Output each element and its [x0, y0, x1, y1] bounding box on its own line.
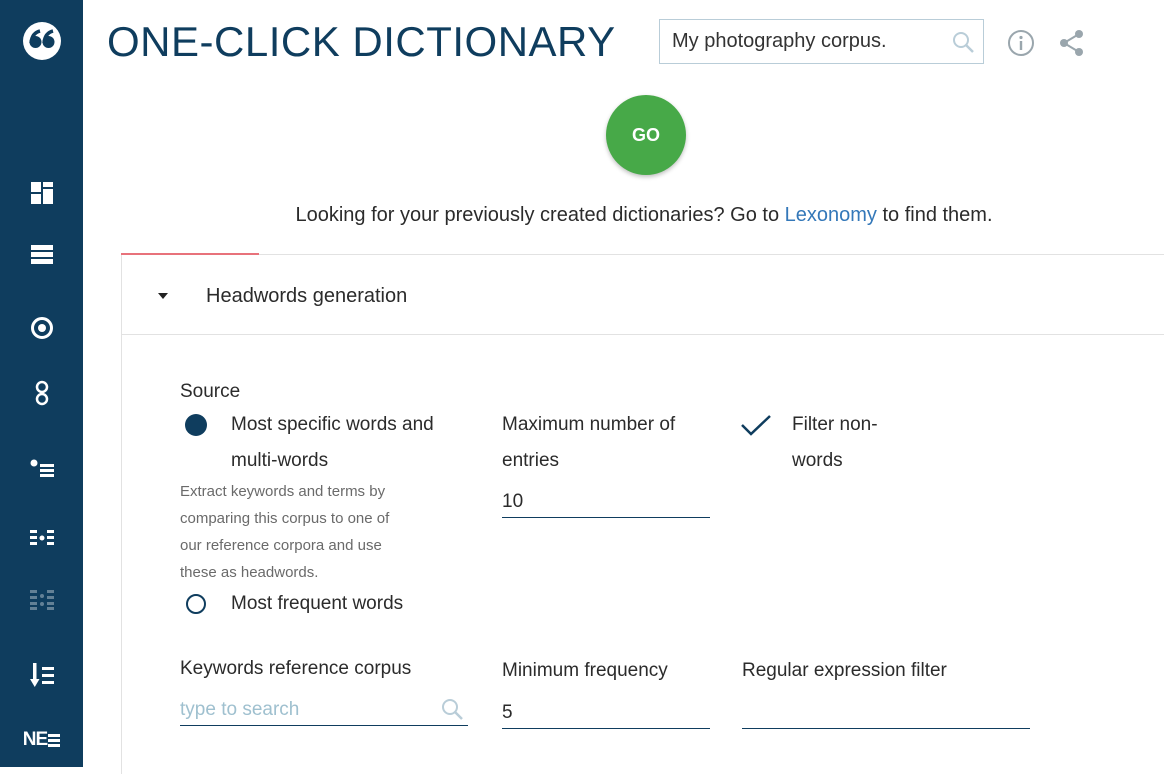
notice-before: Looking for your previously created dict… — [295, 204, 785, 226]
notice-after: to find them. — [876, 204, 993, 226]
info-icon[interactable] — [1007, 29, 1035, 62]
sort-list-icon[interactable] — [0, 658, 83, 694]
ne-icon[interactable]: NE — [0, 722, 83, 758]
concordance-list-icon[interactable] — [0, 237, 83, 273]
desc-line: comparing this corpus to one of — [180, 510, 390, 527]
min-frequency-label: Minimum frequency — [502, 660, 668, 681]
previous-dictionaries-notice: Looking for your previously created dict… — [0, 204, 1164, 227]
thesaurus-icon[interactable] — [0, 520, 83, 556]
option-most-specific-line1[interactable]: Most specific words and — [231, 407, 434, 443]
option-description: Extract keywords and terms by — [180, 481, 385, 502]
radio-most-frequent[interactable] — [186, 594, 206, 614]
radio-most-specific[interactable] — [185, 414, 207, 436]
keywords-corpus-label: Keywords reference corpus — [180, 658, 412, 679]
filter-non-words-label-line1[interactable]: Filter non- — [792, 407, 878, 443]
sidebar: NE — [0, 0, 83, 767]
regex-filter-input[interactable] — [742, 698, 1030, 729]
share-icon[interactable] — [1058, 29, 1086, 62]
filter-non-words-label-line2[interactable]: words — [792, 443, 843, 479]
option-description: comparing this corpus to one of — [180, 508, 389, 529]
min-frequency-input[interactable]: 5 — [502, 698, 710, 729]
lexonomy-link[interactable]: Lexonomy — [785, 204, 877, 226]
max-entries-label-line2: entries — [502, 450, 560, 471]
max-entries-input[interactable]: 10 — [502, 487, 710, 518]
go-button[interactable]: GO — [606, 95, 686, 175]
caret-down-icon[interactable] — [158, 293, 168, 299]
max-entries-label-line1: Maximum number of — [502, 414, 676, 435]
page-title: ONE-CLICK DICTIONARY — [107, 18, 616, 65]
corpus-selector-value: My photography corpus. — [672, 30, 887, 52]
desc-line: our reference corpora and use — [180, 537, 382, 554]
keywords-corpus-input[interactable]: type to search — [180, 695, 468, 726]
desc-line: Extract keywords and terms by — [180, 483, 386, 500]
option-most-specific-line2[interactable]: multi-words — [231, 443, 328, 479]
target-icon[interactable] — [0, 310, 83, 346]
desc-line: these as headwords. — [180, 564, 319, 581]
search-icon — [440, 697, 464, 731]
panel-title[interactable]: Headwords generation — [206, 285, 407, 308]
source-label: Source — [180, 381, 241, 402]
circles-icon[interactable] — [0, 375, 83, 411]
ne-label: NE — [22, 729, 48, 750]
collocations-icon — [0, 582, 83, 618]
option-most-frequent[interactable]: Most frequent words — [231, 586, 403, 622]
option-description: these as headwords. — [180, 562, 318, 583]
search-icon — [943, 30, 983, 54]
regex-filter-label: Regular expression filter — [742, 660, 947, 681]
option-description: our reference corpora and use — [180, 535, 382, 556]
checkmark-icon[interactable] — [740, 414, 772, 441]
bullet-list-icon[interactable] — [0, 450, 83, 486]
corpus-selector[interactable]: My photography corpus. — [659, 19, 984, 64]
keywords-corpus-placeholder: type to search — [180, 699, 300, 720]
quote-logo-icon[interactable] — [0, 18, 83, 64]
